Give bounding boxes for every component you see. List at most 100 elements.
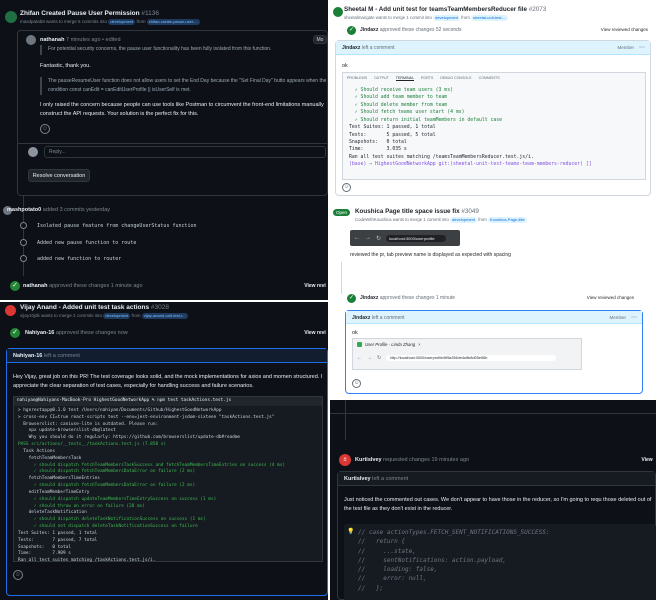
commit-dot-icon	[20, 239, 27, 246]
comment-author[interactable]: KurtisIvey	[344, 476, 371, 482]
comment-author[interactable]: Nahiyan-16	[13, 353, 42, 359]
terminal-tab[interactable]: DEBUG CONSOLE	[440, 76, 471, 81]
terminal-line: > cross-env CI=true react-scripts test -…	[18, 414, 275, 420]
reply-input[interactable]: Reply...	[44, 146, 326, 158]
review-note: reviewed the pr, tab preview name is dis…	[350, 252, 511, 258]
approver-name[interactable]: Jindaxz	[360, 295, 378, 301]
approve-check-icon: ✓	[347, 294, 356, 303]
terminal-line: ✓ should not dispatch deleteTaskNotifica…	[18, 524, 198, 530]
terminal-screenshot: nahiyan@Nahiyans-MacBook-Pro HighestGood…	[13, 396, 323, 563]
comment-author[interactable]: Jindaxz	[352, 315, 370, 321]
pr-title[interactable]: Sheetal M - Add unit test for teamsTeamM…	[344, 6, 527, 13]
view-reviewed-changes-button[interactable]: View reviewed changes	[587, 295, 634, 300]
terminal-line: ✓ Should fetch teams user start (4 ms)	[349, 110, 465, 116]
view-review-button[interactable]: View	[638, 455, 656, 465]
comment-left-text: left a comment	[361, 45, 395, 51]
pr-title[interactable]: Zhifan Created Pause User Permission	[20, 10, 140, 17]
terminal-screenshot: PROBLEMS OUTPUT TERMINAL PORTS DEBUG CON…	[342, 72, 646, 180]
commit-item[interactable]: added new function to router	[20, 255, 121, 262]
terminal-tab[interactable]: PROBLEMS	[347, 76, 367, 81]
more-button[interactable]: Mo	[313, 35, 327, 44]
commit-item[interactable]: Isolated pause feature from changeUserSt…	[20, 222, 197, 229]
request-text: requested changes 19 minutes ago	[383, 457, 470, 463]
review-thanks: Fantastic, thank you.	[40, 63, 91, 69]
terminal-line: fetchTeamMembersTask	[18, 455, 82, 461]
forward-arrow-icon: →	[367, 355, 372, 361]
forward-arrow-icon: →	[365, 235, 371, 241]
resolve-conversation-button[interactable]: Resolve conversation	[28, 169, 90, 182]
terminal-tab[interactable]: PORTS	[421, 76, 433, 81]
approver-name[interactable]: Jindaxz	[360, 27, 378, 33]
address-bar: http://localhost:3000/userprofile/6f5a35…	[386, 355, 557, 361]
commit-author[interactable]: mashpotato0	[7, 207, 41, 213]
lightbulb-icon: 💡	[347, 528, 355, 535]
panel-page-title-pr: Open Koushica Page title space issue fix…	[330, 202, 656, 398]
view-review-button[interactable]: View revi	[302, 328, 328, 338]
review-comment-box: Jindaxz left a comment Member ⋯ ok PROBL…	[335, 40, 651, 196]
reviewer-name[interactable]: KurtisIvey	[355, 457, 382, 463]
head-branch[interactable]: zhifan-create-pause-user-...	[146, 19, 200, 25]
reviewer-name[interactable]: nathanah	[40, 37, 64, 43]
pr-number: #2073	[528, 6, 547, 13]
kebab-menu-icon[interactable]: ⋯	[631, 314, 637, 321]
pr-author-avatar	[5, 305, 16, 316]
pr-meta: sheetalmangate wants to merge 1 commit i…	[344, 15, 432, 21]
commit-dot-icon	[20, 255, 27, 262]
base-branch[interactable]: development	[433, 15, 461, 21]
pr-title[interactable]: Vijay Anand - Added unit test task actio…	[20, 304, 149, 311]
kebab-menu-icon[interactable]: ⋯	[639, 44, 645, 51]
approve-check-icon: ✓	[10, 281, 20, 291]
terminal-line: ✓ Should receive team users (3 ms)	[349, 88, 453, 93]
terminal-tab[interactable]: COMMENTS	[479, 76, 500, 81]
code-line: // error: null,	[358, 575, 427, 583]
head-branch[interactable]: sheetal-unit-test-...	[471, 15, 509, 21]
terminal-line: Tests: 7 passed, 7 total	[18, 537, 98, 543]
base-branch[interactable]: development	[450, 217, 477, 223]
role-badge: Member	[609, 315, 626, 320]
emoji-reaction-icon[interactable]: ☺	[40, 124, 50, 134]
comment-left-text: left a comment	[371, 315, 405, 321]
review-comment-box: Jindaxz left a comment Member ⋯ ok User …	[345, 310, 643, 394]
head-branch[interactable]: Koushica-Page-title	[487, 217, 527, 223]
request-changes-icon: ±	[339, 454, 351, 466]
code-block: 💡 // case actionTypes.FETCH_SENT_NOTIFIC…	[344, 524, 656, 600]
browser-url: localhost:3000/userprofile	[386, 234, 447, 242]
base-branch[interactable]: development	[108, 19, 136, 25]
base-branch[interactable]: development	[103, 313, 131, 319]
approver-name[interactable]: nathanah	[23, 283, 47, 289]
tab-favicon-icon	[357, 342, 362, 347]
terminal-output: ✓ Should receive team users (3 ms) ✓ Sho…	[349, 87, 592, 169]
comment-text: ok	[352, 330, 358, 336]
terminal-line: ✓ Should return initial teamMembers in d…	[349, 117, 503, 123]
code-line: // ...state,	[358, 547, 416, 555]
commit-item[interactable]: Added new pause function to route	[20, 239, 136, 246]
panel-reducer-test-pr: Sheetal M - Add unit test for teamsTeamM…	[330, 0, 656, 198]
browser-screenshot: ← → ↻ localhost:3000/userprofile	[350, 230, 460, 246]
terminal-line: Tests: 5 passed, 5 total	[349, 132, 436, 138]
emoji-reaction-icon[interactable]: ☺	[342, 183, 351, 192]
approve-text: approved these changes 1 minute	[379, 295, 456, 301]
emoji-reaction-icon[interactable]: ☺	[352, 379, 361, 388]
terminal-tab[interactable]: TERMINAL	[395, 76, 414, 81]
pr-author-avatar	[5, 11, 17, 23]
commit-message: Added new pause function to route	[37, 239, 137, 246]
terminal-line: ✓ Should add team member to team	[349, 95, 448, 101]
terminal-line: (base) → HighestGoodNetworkApp git:(shee…	[349, 162, 592, 168]
view-reviewed-changes-button[interactable]: View reviewed changes	[601, 27, 648, 32]
terminal-tab[interactable]: OUTPUT	[374, 76, 389, 81]
terminal-line: ✓ should dispatch updateTeamMembersTimeE…	[18, 496, 217, 502]
pr-number: #3028	[150, 304, 169, 311]
comment-body: Just noticed the commented out cases. We…	[344, 497, 652, 513]
pr-title[interactable]: Koushica Page title space issue fix	[355, 208, 460, 215]
comment-left-text: left a comment	[43, 353, 80, 359]
comment-author[interactable]: Jindaxz	[342, 45, 360, 51]
head-branch[interactable]: vijay-anand-unit-test-t...	[141, 313, 188, 319]
code-line: // loading: false,	[358, 566, 438, 574]
approver-name[interactable]: Nahiyan-16	[25, 330, 54, 336]
approve-check-icon: ✓	[10, 328, 20, 338]
back-arrow-icon: ←	[357, 355, 362, 361]
panel-requested-changes: ± KurtisIvey requested changes 19 minute…	[330, 400, 656, 600]
emoji-reaction-icon[interactable]: ☺	[13, 570, 23, 580]
view-review-button[interactable]: View revi	[302, 281, 328, 291]
terminal-line: PASS src/actions/__tests__/taskActions.t…	[18, 442, 167, 448]
